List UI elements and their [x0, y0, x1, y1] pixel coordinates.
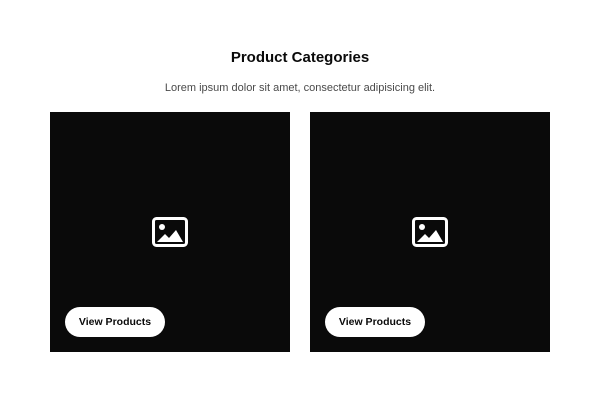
view-products-button[interactable]: View Products: [65, 307, 165, 337]
image-placeholder-icon: [412, 217, 448, 247]
category-card[interactable]: View Products: [310, 112, 550, 352]
view-products-button[interactable]: View Products: [325, 307, 425, 337]
product-categories-section: Product Categories Lorem ipsum dolor sit…: [0, 0, 600, 400]
section-subtitle: Lorem ipsum dolor sit amet, consectetur …: [164, 82, 436, 94]
section-title: Product Categories: [230, 49, 370, 66]
category-card[interactable]: View Products: [50, 112, 290, 352]
image-placeholder-icon: [152, 217, 188, 247]
